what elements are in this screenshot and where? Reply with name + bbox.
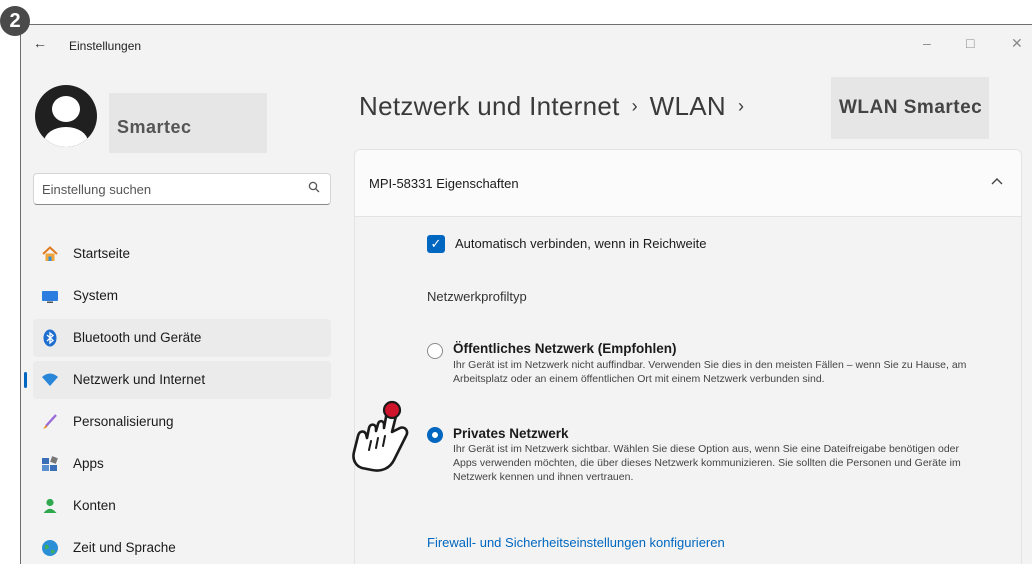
profile-type-label: Netzwerkprofiltyp bbox=[427, 289, 527, 304]
system-icon bbox=[41, 287, 59, 305]
window-title: Einstellungen bbox=[69, 39, 142, 53]
sidebar-item-label: Netzwerk und Internet bbox=[73, 372, 206, 387]
public-network-description: Ihr Gerät ist im Netzwerk nicht auffindb… bbox=[453, 359, 967, 385]
avatar[interactable] bbox=[35, 85, 97, 147]
sidebar-item-zeit[interactable]: Zeit und Sprache bbox=[33, 529, 331, 564]
auto-connect-checkbox[interactable]: ✓ bbox=[427, 235, 445, 253]
sidebar-item-bluetooth[interactable]: Bluetooth und Geräte bbox=[33, 319, 331, 357]
home-icon bbox=[41, 245, 59, 263]
search-icon[interactable] bbox=[308, 181, 320, 196]
maximize-button[interactable]: □ bbox=[966, 35, 974, 51]
sidebar-item-konten[interactable]: Konten bbox=[33, 487, 331, 525]
close-button[interactable]: ✕ bbox=[1011, 35, 1023, 52]
sidebar-item-system[interactable]: System bbox=[33, 277, 331, 315]
public-network-title[interactable]: Öffentliches Netzwerk (Empfohlen) bbox=[453, 341, 677, 356]
public-network-radio[interactable] bbox=[427, 343, 443, 359]
breadcrumb: Netzwerk und Internet › WLAN › WLAN Smartec bbox=[359, 77, 1032, 141]
search-placeholder: Einstellung suchen bbox=[42, 182, 152, 197]
sidebar-item-label: Apps bbox=[73, 456, 104, 471]
private-network-radio[interactable] bbox=[427, 427, 443, 443]
properties-card-body: ✓ Automatisch verbinden, wenn in Reichwe… bbox=[355, 217, 1021, 564]
breadcrumb-current-box: WLAN Smartec bbox=[831, 77, 989, 139]
private-network-title[interactable]: Privates Netzwerk bbox=[453, 426, 569, 441]
sidebar-item-label: Zeit und Sprache bbox=[73, 540, 176, 555]
selected-indicator bbox=[24, 372, 27, 388]
search-input[interactable]: Einstellung suchen bbox=[33, 173, 331, 205]
brush-icon bbox=[41, 413, 59, 431]
sidebar-item-startseite[interactable]: Startseite bbox=[33, 235, 331, 273]
sidebar-item-label: Bluetooth und Geräte bbox=[73, 330, 202, 345]
sidebar-item-label: Personalisierung bbox=[73, 414, 174, 429]
page-title: WLAN Smartec bbox=[839, 97, 983, 118]
minimize-button[interactable]: – bbox=[923, 35, 931, 51]
firewall-settings-link[interactable]: Firewall- und Sicherheitseinstellungen k… bbox=[427, 535, 725, 550]
sidebar-nav: Startseite System Bluetooth und Geräte N… bbox=[24, 235, 331, 564]
breadcrumb-netzwerk[interactable]: Netzwerk und Internet bbox=[359, 91, 620, 121]
title-bar: ← Einstellungen – □ ✕ bbox=[21, 25, 1032, 61]
sidebar-item-netzwerk[interactable]: Netzwerk und Internet bbox=[24, 361, 331, 399]
properties-card: MPI-58331 Eigenschaften ✓ Automatisch ve… bbox=[354, 149, 1022, 564]
globe-icon bbox=[41, 539, 59, 557]
hand-pointer-icon bbox=[348, 398, 418, 483]
bluetooth-icon bbox=[41, 329, 59, 347]
back-button[interactable]: ← bbox=[33, 35, 47, 51]
auto-connect-label[interactable]: Automatisch verbinden, wenn in Reichweit… bbox=[455, 236, 706, 251]
properties-card-header[interactable]: MPI-58331 Eigenschaften bbox=[355, 150, 1021, 217]
properties-title: MPI-58331 Eigenschaften bbox=[369, 176, 519, 191]
wifi-icon bbox=[41, 371, 59, 389]
step-number-badge: 2 bbox=[0, 6, 30, 36]
sidebar-item-label: Konten bbox=[73, 498, 116, 513]
user-name: Smartec bbox=[117, 117, 192, 137]
settings-window: ← Einstellungen – □ ✕ Smartec Einstellun… bbox=[20, 24, 1032, 564]
accounts-icon bbox=[41, 497, 59, 515]
sidebar-item-personalisierung[interactable]: Personalisierung bbox=[33, 403, 331, 441]
breadcrumb-separator: › bbox=[737, 96, 744, 116]
private-network-description: Ihr Gerät ist im Netzwerk sichtbar. Wähl… bbox=[453, 443, 961, 483]
avatar-head-shape bbox=[52, 96, 80, 122]
sidebar-item-label: Startseite bbox=[73, 246, 131, 261]
sidebar-item-label: System bbox=[73, 288, 119, 303]
sidebar-item-apps[interactable]: Apps bbox=[33, 445, 331, 483]
breadcrumb-wlan[interactable]: WLAN bbox=[650, 91, 726, 121]
chevron-up-icon[interactable] bbox=[991, 172, 1003, 188]
breadcrumb-separator: › bbox=[631, 96, 638, 116]
avatar-body-shape bbox=[44, 127, 88, 147]
user-name-box: Smartec bbox=[109, 93, 267, 153]
apps-icon bbox=[41, 455, 59, 473]
